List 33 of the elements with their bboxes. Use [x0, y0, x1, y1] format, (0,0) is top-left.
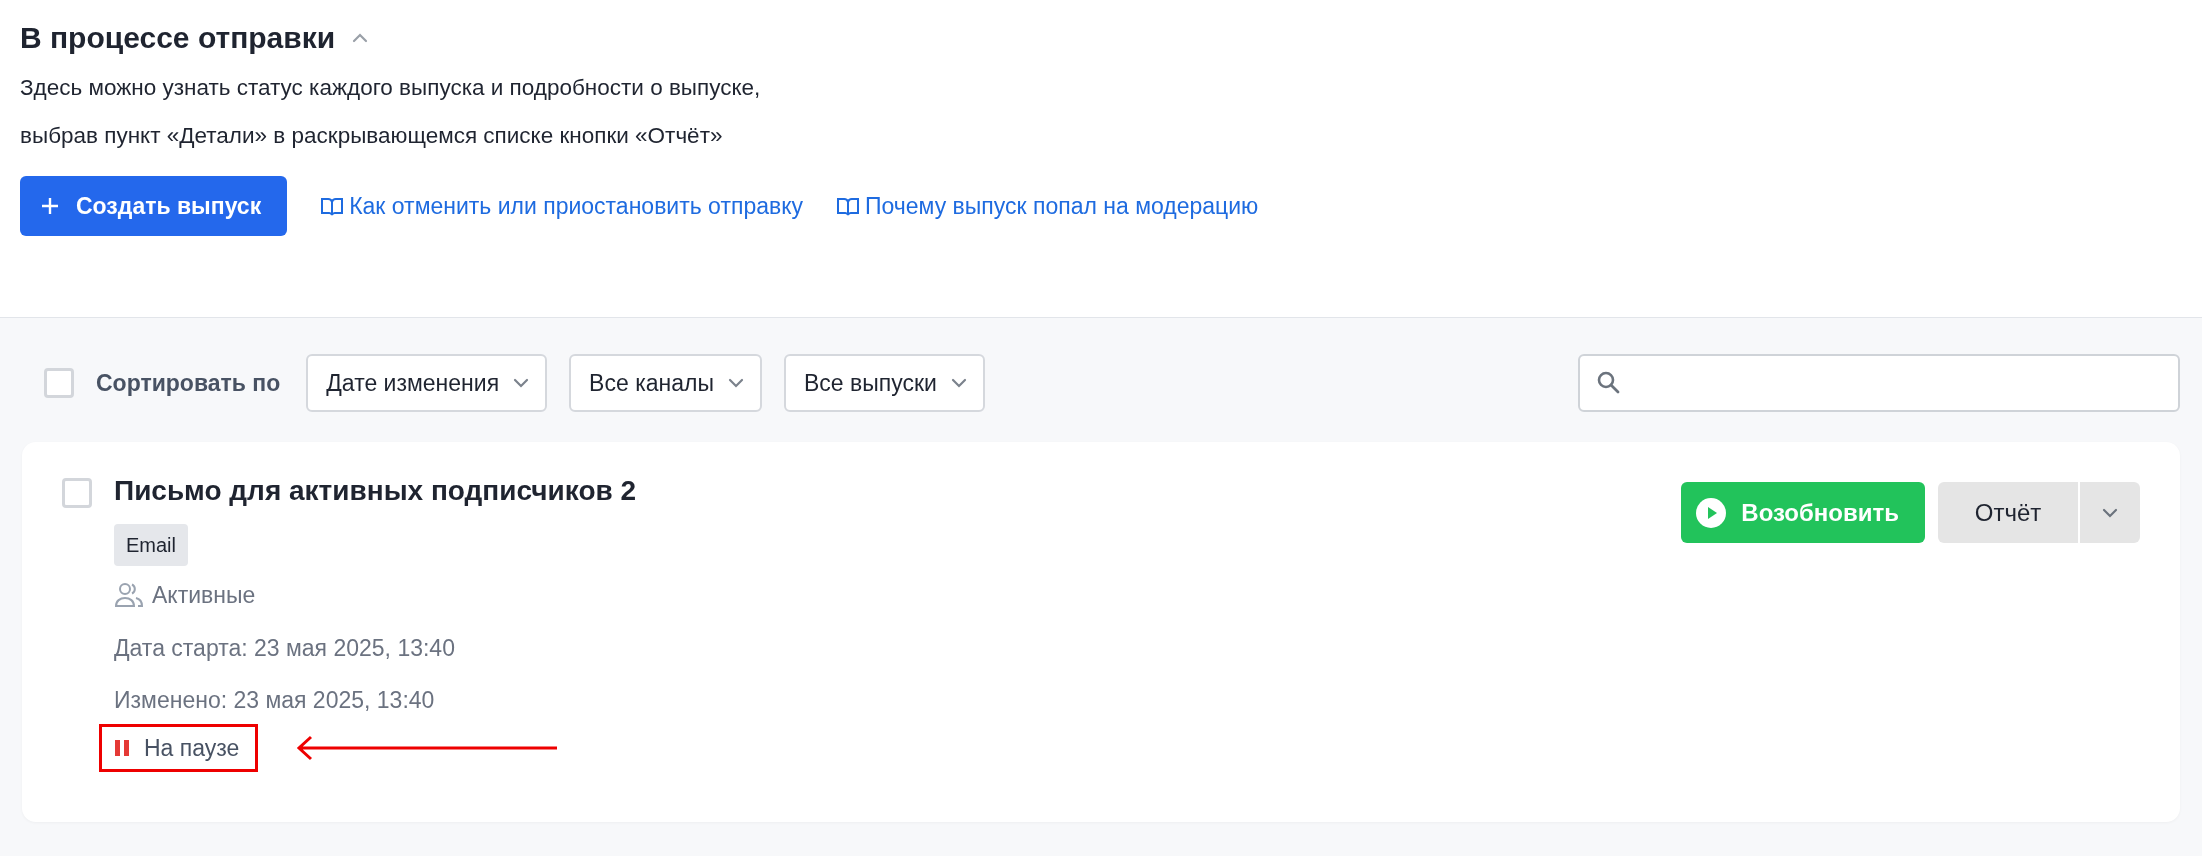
play-icon	[1695, 496, 1728, 529]
section-title: В процессе отправки	[20, 20, 336, 56]
report-button[interactable]: Отчёт	[1938, 482, 2078, 543]
select-all-checkbox[interactable]	[44, 368, 74, 398]
status-label: На паузе	[99, 723, 259, 772]
segment-label: Активные	[152, 581, 256, 610]
filter-dropdown[interactable]: Дате изменения	[306, 354, 548, 412]
report-menu-button[interactable]	[2080, 482, 2140, 543]
channel-tag: Email	[114, 524, 188, 566]
chevron-down-icon	[2102, 507, 2118, 518]
chevron-down-icon	[513, 378, 530, 388]
book-icon	[837, 196, 860, 216]
section-description: Здесь можно узнать статус каждого выпуска и подробности о выпуске, выбрав пункт «Детали» в раскрывающемся списке кнопки «Отчёт»	[20, 74, 762, 150]
people-icon	[114, 582, 144, 609]
start-date: Дата старта: 23 мая 2025, 13:40	[114, 633, 455, 663]
chevron-down-icon	[727, 378, 744, 388]
help-link[interactable]: Почему выпуск попал на модерацию	[837, 188, 1259, 224]
campaign-title: Письмо для активных подписчиков 2	[114, 474, 637, 508]
collapse-toggle[interactable]	[351, 32, 370, 44]
filter-dropdown[interactable]: Все каналы	[569, 354, 762, 412]
help-link[interactable]: Как отменить или приостановить отправку	[321, 188, 804, 224]
search-icon	[1596, 370, 1622, 396]
plus-icon	[40, 196, 60, 216]
search-field[interactable]	[1578, 354, 2180, 412]
arrow-icon	[296, 734, 559, 761]
campaign-checkbox[interactable]	[62, 478, 92, 508]
create-button[interactable]: Создать выпуск	[20, 176, 288, 236]
sort-label: Сортировать по	[96, 368, 281, 398]
book-icon	[321, 196, 344, 216]
filter-dropdown[interactable]: Все выпуски	[783, 354, 985, 412]
chevron-down-icon	[950, 378, 967, 388]
modified-date: Изменено: 23 мая 2025, 13:40	[114, 686, 435, 715]
pause-icon	[114, 737, 130, 758]
